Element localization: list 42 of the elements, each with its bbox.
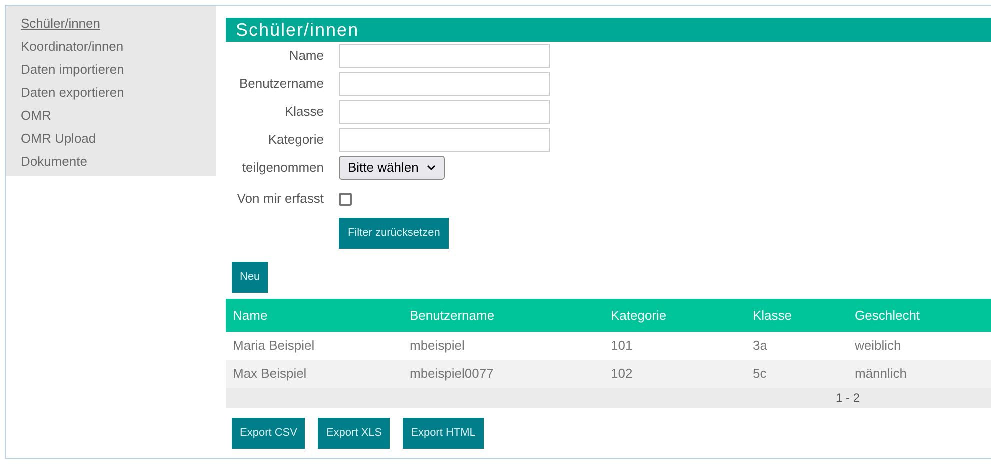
table-cell-text: 3a [752, 337, 768, 356]
export-button[interactable]: Export XLS [318, 418, 390, 449]
sidebar-item[interactable]: Daten exportieren [21, 81, 124, 104]
sidebar-item[interactable]: Schüler/innen [21, 12, 100, 35]
field-label: Klasse [284, 103, 324, 122]
field-label: Von mir erfasst [236, 190, 324, 208]
export-button[interactable]: Export CSV [232, 418, 306, 449]
field-label: Kategorie [267, 131, 324, 150]
text-field[interactable] [339, 44, 550, 68]
checkbox[interactable] [339, 192, 352, 206]
column-header: Benutzername [409, 306, 496, 325]
text-field[interactable] [339, 100, 550, 124]
column-header: Klasse [752, 306, 794, 325]
reset-filter-button[interactable]: Filter zurücksetzen [339, 218, 450, 249]
table-cell-text: weiblich [854, 337, 902, 356]
column-header: Kategorie [610, 306, 668, 325]
new-button[interactable]: Neu [232, 262, 268, 293]
field-label: teilgenommen [241, 159, 324, 178]
table-cell-text: 101 [610, 337, 634, 356]
column-header: Name [232, 306, 269, 325]
sidebar-item[interactable]: Daten importieren [21, 58, 124, 81]
table-cell-text: 102 [610, 365, 634, 384]
column-header: Geschlecht [854, 306, 922, 325]
field-label: Name [288, 47, 324, 66]
sidebar-item[interactable]: Dokumente [21, 150, 88, 173]
text-field[interactable] [339, 72, 550, 96]
table-cell-text: männlich [854, 365, 908, 384]
table-cell-text: mbeispiel [409, 337, 466, 356]
sidebar-item[interactable]: OMR [21, 104, 52, 127]
pagination-info: 1 - 2 [836, 390, 860, 407]
page-title: Schüler/innen [226, 18, 991, 42]
table-cell-text: Maria Beispiel [232, 337, 316, 356]
chevron-icon [426, 165, 436, 171]
sidebar-item[interactable]: Koordinator/innen [21, 35, 124, 58]
export-button[interactable]: Export HTML [403, 418, 484, 449]
field-label: Benutzername [238, 75, 324, 94]
table-cell-text: mbeispiel0077 [409, 365, 495, 384]
text-field[interactable] [339, 128, 550, 152]
table-cell-text: 5c [752, 365, 768, 384]
sidebar-item[interactable]: OMR Upload [21, 127, 96, 150]
table-cell-text: Max Beispiel [232, 365, 308, 384]
select-field[interactable]: Bitte wählen [339, 156, 445, 180]
